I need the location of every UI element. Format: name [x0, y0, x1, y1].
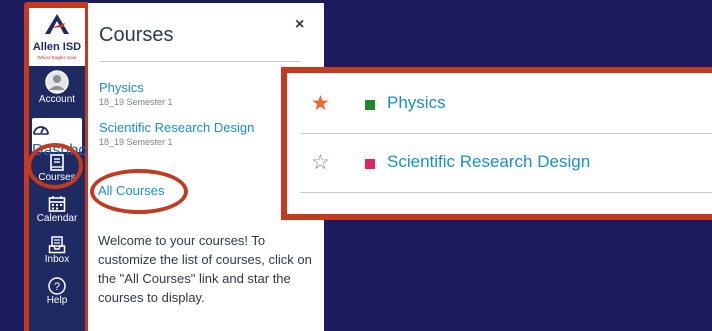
course-link-scientific-research-design[interactable]: Scientific Research Design — [99, 120, 254, 135]
star-filled-icon[interactable]: ★ — [311, 91, 330, 116]
avatar-icon — [45, 70, 69, 94]
favorites-callout: ★ Physics ☆ Scientific Research Design — [281, 67, 712, 220]
inbox-icon — [48, 236, 66, 254]
svg-text:?: ? — [54, 281, 60, 293]
all-courses-highlight-circle — [90, 169, 188, 214]
nav-label-help: Help — [46, 295, 68, 306]
tray-divider — [99, 61, 301, 62]
course-term: 18_19 Semester 1 — [99, 137, 173, 147]
tray-title: Courses — [99, 24, 174, 46]
course-color-swatch — [365, 100, 375, 110]
course-term: 18_19 Semester 1 — [99, 97, 173, 107]
favorite-course-name[interactable]: Physics — [387, 93, 446, 113]
favorites-list: ★ Physics ☆ Scientific Research Design — [287, 73, 712, 214]
favorite-row-physics: ★ Physics — [287, 77, 712, 134]
courses-highlight-circle — [27, 143, 83, 189]
close-icon[interactable]: × — [295, 16, 304, 34]
nav-item-help[interactable]: ? Help — [29, 277, 85, 307]
nav-label-account: Account — [38, 94, 76, 105]
nav-label-inbox: Inbox — [44, 254, 70, 265]
favorite-row-scientific-research-design: ☆ Scientific Research Design — [287, 136, 712, 193]
calendar-icon — [48, 196, 66, 212]
row-divider — [300, 192, 712, 193]
nav-label-calendar: Calendar — [36, 213, 78, 224]
welcome-text: Welcome to your courses! To customize th… — [98, 233, 312, 305]
help-question-icon: ? — [48, 277, 66, 295]
course-color-swatch — [365, 159, 375, 169]
star-outline-icon[interactable]: ☆ — [311, 150, 330, 175]
logo-name: Allen ISD — [32, 41, 82, 53]
nav-item-inbox[interactable]: Inbox — [29, 236, 85, 266]
logo-tagline: Where Eagles Soar — [37, 55, 77, 60]
course-link-physics[interactable]: Physics — [99, 80, 144, 95]
row-divider — [300, 133, 712, 134]
dashboard-gauge-icon — [33, 126, 49, 135]
district-logo[interactable]: Allen ISD Where Eagles Soar — [29, 8, 85, 66]
favorite-course-name[interactable]: Scientific Research Design — [387, 152, 590, 172]
eagle-a-logo-icon — [45, 14, 69, 34]
nav-item-account[interactable]: Account — [29, 70, 85, 106]
nav-item-calendar[interactable]: Calendar — [29, 195, 85, 225]
